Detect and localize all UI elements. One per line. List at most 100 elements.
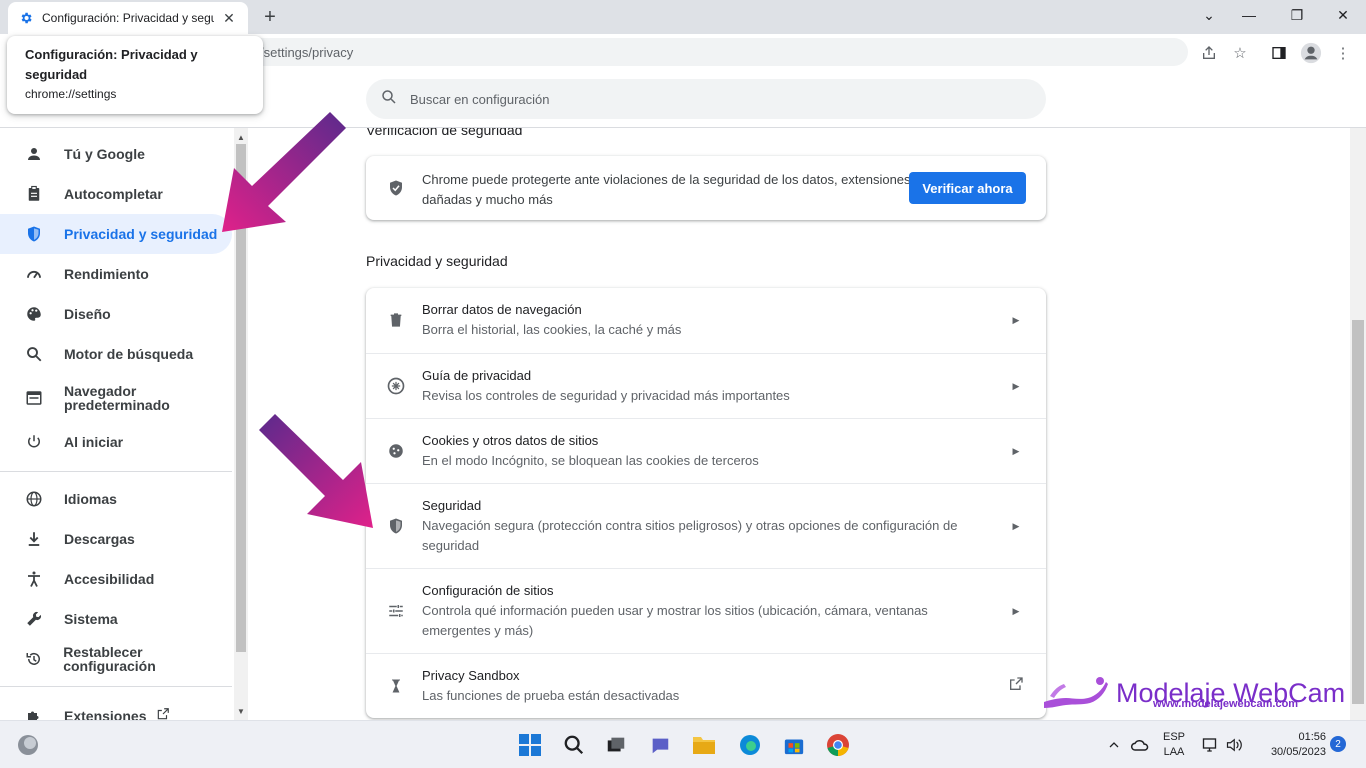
cookie-icon [386, 441, 406, 461]
sidebar-item-privacy-security[interactable]: Privacidad y seguridad [0, 214, 232, 254]
restore-button[interactable]: ❐ [1274, 0, 1320, 30]
privacy-section-title: Privacidad y seguridad [366, 253, 508, 269]
language-indicator[interactable]: ESP LAA [1160, 730, 1188, 760]
person-icon [24, 144, 44, 164]
clock-time: 01:56 [1298, 731, 1326, 743]
sidebar-item-appearance[interactable]: Diseño [0, 294, 232, 334]
chrome-browser-icon[interactable] [824, 731, 852, 759]
clipboard-icon [24, 184, 44, 204]
weather-widget-icon[interactable] [14, 731, 42, 759]
volume-icon[interactable] [1224, 731, 1246, 759]
sidebar-item-search-engine[interactable]: Motor de búsqueda [0, 334, 232, 374]
sidebar-item-label: Accesibilidad [64, 571, 155, 587]
search-input[interactable] [410, 91, 1010, 107]
clock-date: 30/05/2023 [1270, 746, 1326, 758]
close-window-button[interactable]: ✕ [1320, 0, 1366, 30]
sidebar-item-languages[interactable]: Idiomas [0, 479, 232, 519]
watermark-logo: Modelaje WebCam www.modelajewebcam.com [1040, 670, 1345, 716]
sidebar-item-label: Navegador predeterminado [64, 383, 170, 413]
row-subtitle: Borra el historial, las cookies, la cach… [422, 322, 682, 337]
sidebar-item-system[interactable]: Sistema [0, 599, 232, 639]
tab-hover-card: Configuración: Privacidad y seguridad ch… [7, 36, 263, 114]
chevron-up-icon[interactable] [1104, 731, 1124, 759]
taskbar-search-icon[interactable] [560, 731, 588, 759]
windows-taskbar: ESP LAA 01:56 30/05/2023 2 [0, 720, 1366, 768]
globe-icon [24, 489, 44, 509]
sidebar-divider [0, 686, 232, 687]
share-icon[interactable] [1198, 42, 1220, 64]
settings-gear-icon [18, 10, 34, 26]
profile-avatar-icon[interactable] [1300, 42, 1322, 64]
sidebar-item-label: Al iniciar [64, 434, 124, 450]
chat-icon[interactable] [646, 731, 674, 759]
clock[interactable]: 01:56 30/05/2023 [1256, 730, 1326, 760]
safety-check-card: Chrome puede protegerte ante violaciones… [366, 156, 1046, 220]
windows-start-icon[interactable] [516, 731, 544, 759]
sidebar-item-accessibility[interactable]: Accesibilidad [0, 559, 232, 599]
sidebar-item-default-browser[interactable]: Navegador predeterminado [0, 378, 232, 418]
row-title: Configuración de sitios [422, 583, 554, 598]
notification-badge[interactable]: 2 [1330, 736, 1346, 752]
sidebar-item-label: Motor de búsqueda [64, 346, 194, 362]
trash-icon [386, 310, 406, 330]
watermark-url: www.modelajewebcam.com [1153, 698, 1299, 710]
verify-now-button[interactable]: Verificar ahora [909, 172, 1026, 204]
sidebar-item-you-and-google[interactable]: Tú y Google [0, 134, 232, 174]
accessibility-icon [24, 569, 44, 589]
microsoft-store-icon[interactable] [780, 731, 808, 759]
task-view-icon[interactable] [602, 731, 630, 759]
row-title: Borrar datos de navegación [422, 302, 582, 317]
watermark-figure-icon [1044, 677, 1108, 708]
download-icon [24, 529, 44, 549]
row-title: Guía de privacidad [422, 368, 532, 383]
row-privacy-sandbox[interactable]: Privacy Sandbox Las funciones de prueba … [366, 653, 1046, 718]
row-subtitle: Navegación segura (protección contra sit… [422, 518, 958, 553]
row-subtitle: Revisa los controles de seguridad y priv… [422, 388, 790, 403]
sidebar-item-label: Rendimiento [64, 266, 149, 282]
row-privacy-guide[interactable]: Guía de privacidad Revisa los controles … [366, 353, 1046, 418]
external-link-icon [156, 707, 170, 721]
onedrive-cloud-icon[interactable] [1128, 731, 1152, 759]
sidebar-item-reset[interactable]: Restablecer configuración [0, 639, 232, 679]
power-icon [24, 432, 44, 452]
network-icon[interactable] [1200, 731, 1222, 759]
file-explorer-icon[interactable] [690, 731, 718, 759]
minimize-button[interactable]: — [1226, 0, 1272, 30]
row-site-settings[interactable]: Configuración de sitios Controla qué inf… [366, 568, 1046, 653]
chevron-right-icon: ▶ [1012, 520, 1020, 531]
search-icon [380, 88, 398, 111]
browser-tab[interactable]: Configuración: Privacidad y segu ✕ [8, 2, 248, 34]
menu-kebab-icon[interactable]: ⋮ [1332, 42, 1354, 64]
new-tab-button[interactable]: + [258, 5, 282, 29]
sidebar-item-label: Tú y Google [64, 146, 145, 162]
sidebar-item-label: Diseño [64, 306, 111, 322]
settings-search[interactable] [366, 79, 1046, 119]
restore-icon [24, 649, 43, 669]
shield-icon [24, 224, 44, 244]
chevron-right-icon: ▶ [1012, 380, 1020, 391]
security-shield-icon [386, 516, 406, 536]
sidebar-item-extensions[interactable]: Extensiones [0, 696, 232, 720]
hovercard-url: chrome://settings [25, 87, 117, 101]
safety-check-title: Verificación de seguridad [366, 128, 523, 138]
chevron-right-icon: ▶ [1012, 445, 1020, 456]
sidebar-item-downloads[interactable]: Descargas [0, 519, 232, 559]
scroll-down-arrow-icon[interactable]: ▼ [234, 704, 248, 718]
edge-browser-icon[interactable] [736, 731, 764, 759]
sidebar-item-autofill[interactable]: Autocompletar [0, 174, 232, 214]
sidebar-item-performance[interactable]: Rendimiento [0, 254, 232, 294]
row-title: Cookies y otros datos de sitios [422, 433, 599, 448]
row-cookies[interactable]: Cookies y otros datos de sitios En el mo… [366, 418, 1046, 483]
address-text: /settings/privacy [260, 44, 354, 60]
row-security[interactable]: Seguridad Navegación segura (protección … [366, 483, 1046, 568]
sidebar-item-on-startup[interactable]: Al iniciar [0, 422, 232, 462]
row-clear-browsing-data[interactable]: Borrar datos de navegación Borra el hist… [366, 288, 1046, 353]
sidebar-item-label: Privacidad y seguridad [64, 226, 218, 242]
side-panel-icon[interactable] [1268, 42, 1290, 64]
hovercard-title: Configuración: Privacidad y seguridad [25, 47, 198, 82]
address-bar[interactable]: /settings/privacy [150, 38, 1188, 66]
bookmark-star-icon[interactable]: ☆ [1229, 42, 1251, 64]
tab-close-icon[interactable]: ✕ [220, 9, 238, 27]
layout-code: LAA [1163, 746, 1185, 758]
page-scroll-thumb[interactable] [1352, 320, 1364, 704]
